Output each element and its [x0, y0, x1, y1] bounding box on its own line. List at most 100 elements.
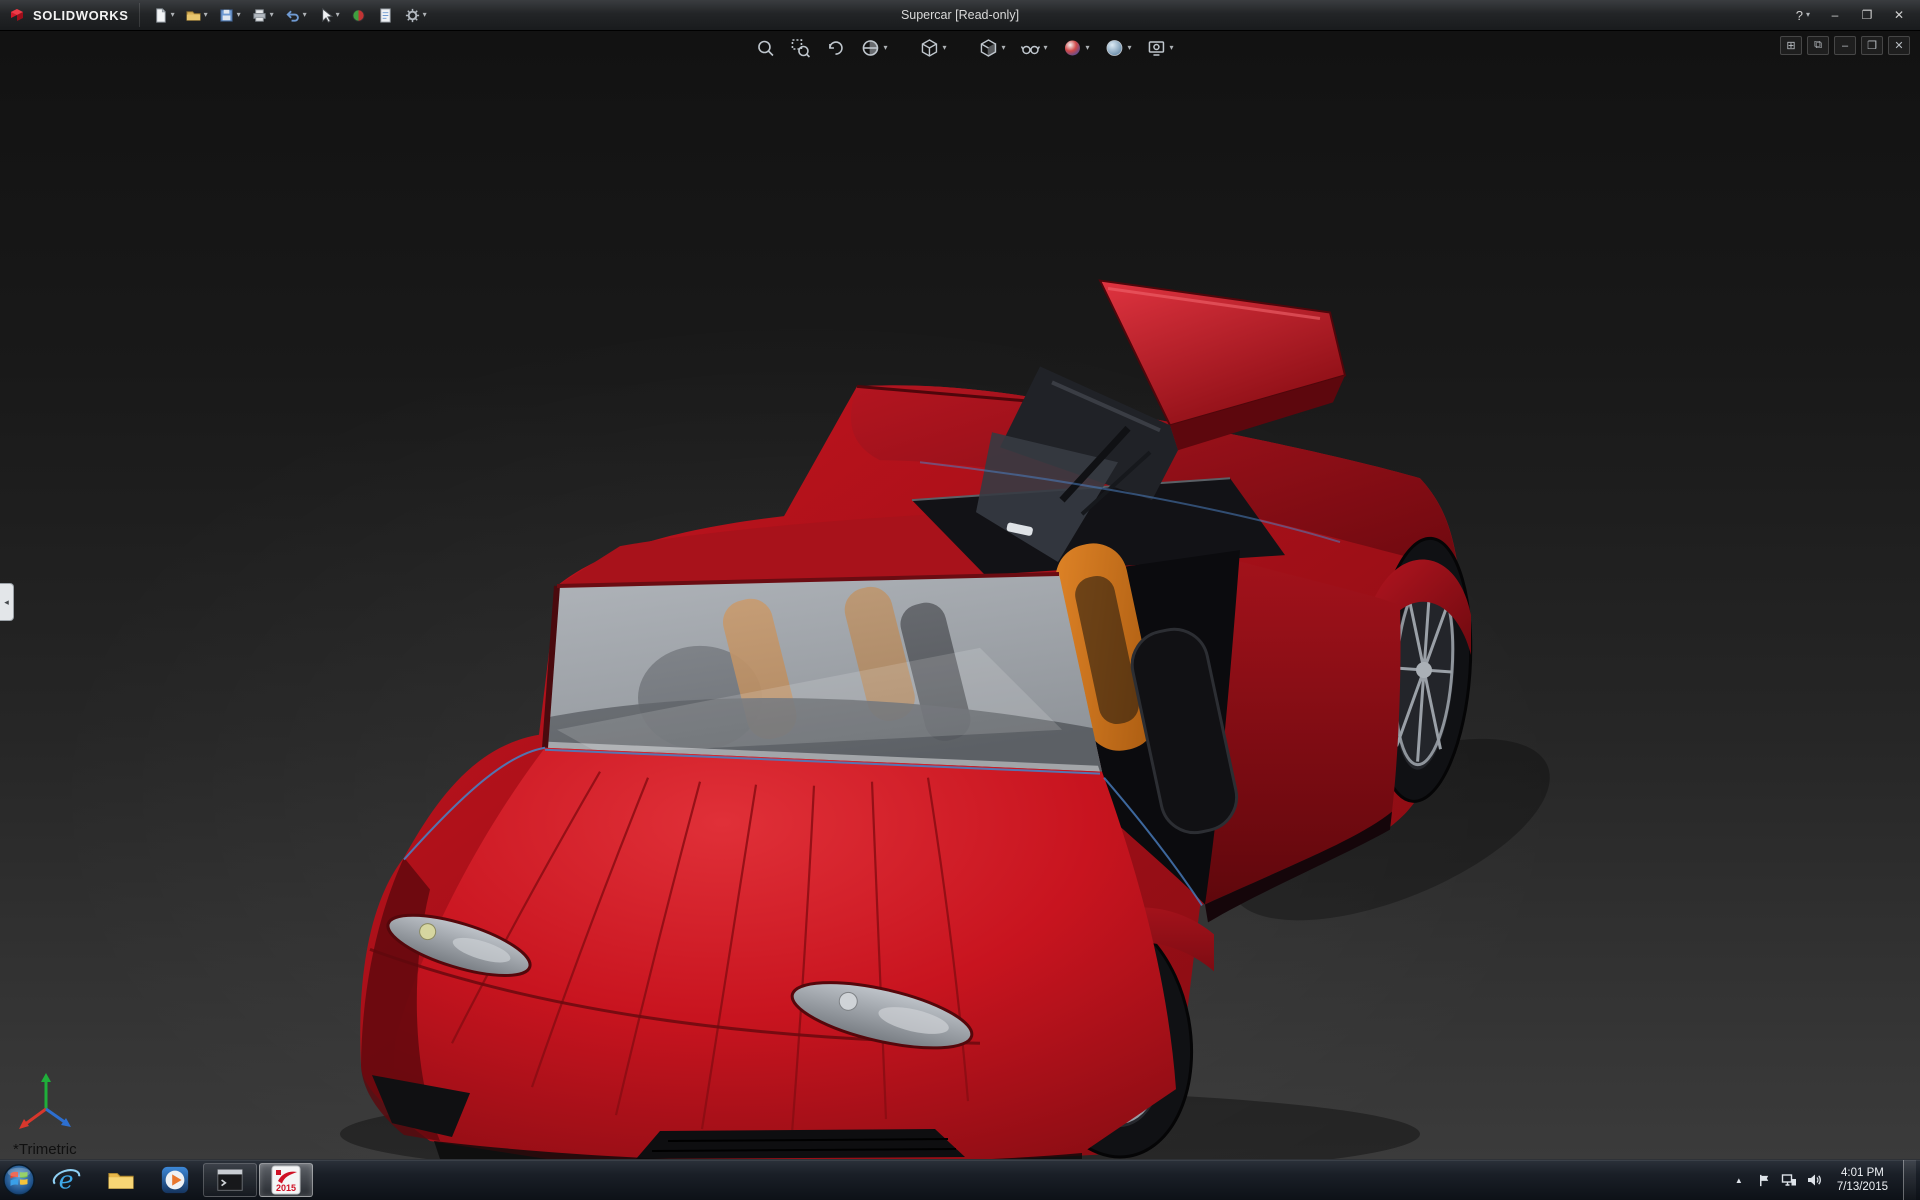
- start-button[interactable]: [0, 1160, 38, 1200]
- view-orientation-button[interactable]: ▾: [916, 36, 949, 60]
- options-gear-icon: [405, 8, 419, 22]
- save-button[interactable]: ▾: [214, 3, 245, 27]
- maximize-button[interactable]: ❐: [1852, 4, 1882, 26]
- previous-view-icon: [829, 41, 843, 55]
- view-orientation-label: *Trimetric: [13, 1141, 77, 1158]
- doc-close-button[interactable]: ✕: [1888, 36, 1910, 55]
- doc-cascade-button[interactable]: ⧉: [1807, 36, 1829, 55]
- app-logo: SOLIDWORKS: [0, 5, 139, 25]
- view-orientation-cube-icon: [921, 39, 938, 57]
- zoom-to-fit-icon: [758, 40, 774, 57]
- file-properties-icon: [379, 7, 391, 23]
- taskbar-clock[interactable]: 4:01 PM 7/13/2015: [1831, 1166, 1894, 1194]
- document-window-controls: ⊞ ⧉ – ❐ ✕: [1780, 36, 1910, 55]
- taskbar-solidworks-2015[interactable]: 2015: [259, 1163, 313, 1197]
- caret-icon: ▾: [1043, 43, 1048, 52]
- tray-expand-button[interactable]: ▲: [1730, 1173, 1748, 1188]
- open-document-button[interactable]: ▾: [181, 3, 212, 27]
- doc-minimize-button[interactable]: –: [1834, 36, 1856, 55]
- media-player-icon: [161, 1166, 189, 1194]
- caret-icon: ▾: [203, 10, 208, 19]
- caret-icon: ▾: [1001, 43, 1006, 52]
- network-status-button[interactable]: [1781, 1172, 1797, 1188]
- eyeglasses-icon: [1020, 45, 1041, 55]
- caret-icon: ▾: [422, 10, 427, 19]
- solidworks-logo-icon: [11, 9, 23, 21]
- print-icon: [252, 8, 266, 22]
- flag-icon: [1759, 1174, 1769, 1186]
- supercar-model[interactable]: [0, 31, 1920, 1159]
- apply-scene-button[interactable]: ▾: [1102, 36, 1135, 60]
- network-icon: [1781, 1174, 1796, 1186]
- help-icon: ?: [1795, 7, 1803, 23]
- zoom-to-area-icon: [791, 39, 811, 58]
- windshield: [545, 574, 1102, 772]
- caret-icon: ▾: [1169, 43, 1174, 52]
- select-tool-button[interactable]: ▾: [313, 3, 344, 27]
- doc-tile-button[interactable]: ⊞: [1780, 36, 1802, 55]
- close-button[interactable]: ✕: [1884, 4, 1914, 26]
- caret-icon: ▾: [335, 10, 340, 19]
- window-controls: ? ▾ – ❐ ✕: [1788, 4, 1920, 26]
- minimize-button[interactable]: –: [1820, 4, 1850, 26]
- taskbar-file-explorer[interactable]: [95, 1160, 147, 1200]
- app-name: SOLIDWORKS: [33, 7, 129, 23]
- clock-date: 7/13/2015: [1836, 1181, 1888, 1193]
- new-document-icon: [155, 7, 166, 23]
- doc-restore-button[interactable]: ❐: [1861, 36, 1883, 55]
- taskbar-command-window[interactable]: [203, 1163, 257, 1197]
- view-settings-button[interactable]: ▾: [1144, 36, 1177, 60]
- help-button[interactable]: ? ▾: [1788, 8, 1818, 23]
- windows-start-icon: [3, 1164, 35, 1196]
- display-style-button[interactable]: ▾: [975, 36, 1008, 60]
- taskbar-apps: e 2015: [40, 1160, 314, 1200]
- titlebar-toolbar: ▾ ▾ ▾ ▾ ▾ ▾ ▾: [138, 3, 431, 27]
- front-grille: [636, 1129, 965, 1159]
- appearance-ball-icon: [1065, 40, 1081, 56]
- options-button[interactable]: ▾: [400, 3, 431, 27]
- internet-explorer-icon: e: [52, 1165, 81, 1194]
- select-cursor-icon: [321, 7, 333, 23]
- print-button[interactable]: ▾: [247, 3, 278, 27]
- clock-time: 4:01 PM: [1841, 1167, 1884, 1179]
- save-icon: [219, 8, 233, 22]
- caret-icon: ▾: [302, 10, 307, 19]
- rebuild-icon: [352, 8, 365, 22]
- caret-icon: ▾: [942, 43, 947, 52]
- folder-icon: [108, 1172, 134, 1189]
- heads-up-view-toolbar: ▾ ▾ ▾ ▾ ▾ ▾ ▾: [743, 36, 1176, 60]
- view-settings-icon: [1148, 41, 1165, 56]
- volume-button[interactable]: [1806, 1172, 1822, 1188]
- zoom-to-fit-button[interactable]: [752, 36, 778, 60]
- hide-show-items-button[interactable]: ▾: [1017, 36, 1050, 60]
- section-view-button[interactable]: ▾: [857, 36, 890, 60]
- 3d-viewport[interactable]: ▾ ▾ ▾ ▾ ▾ ▾ ▾ ⊞ ⧉ – ❐ ✕ ◂ *Trimetric: [0, 31, 1920, 1159]
- solidworks-window: SOLIDWORKS ▾ ▾ ▾ ▾ ▾ ▾ ▾ Supercar [Read-…: [0, 0, 1920, 1200]
- taskbar-media-player[interactable]: [149, 1160, 201, 1200]
- file-properties-button[interactable]: [373, 3, 398, 27]
- undo-icon: [286, 10, 299, 22]
- show-desktop-button[interactable]: [1903, 1160, 1916, 1200]
- system-tray: ▲ 4:01 PM 7/13/2015: [1730, 1160, 1920, 1200]
- sw-year-label: 2015: [276, 1183, 296, 1193]
- speaker-icon: [1807, 1174, 1821, 1186]
- maximize-icon: ❐: [1861, 8, 1873, 22]
- cascade-icon: ⧉: [1814, 39, 1822, 51]
- scene-ball-icon: [1106, 40, 1123, 56]
- action-center-button[interactable]: [1757, 1173, 1772, 1188]
- edit-appearance-button[interactable]: ▾: [1060, 36, 1093, 60]
- feature-manager-collapse-tab[interactable]: ◂: [0, 583, 14, 621]
- solidworks-2015-icon: 2015: [271, 1165, 301, 1195]
- doc-restore-icon: ❐: [1867, 40, 1877, 52]
- doc-close-icon: ✕: [1894, 40, 1904, 52]
- zoom-to-area-button[interactable]: [787, 36, 813, 60]
- taskbar-internet-explorer[interactable]: e: [41, 1160, 93, 1200]
- caret-icon: ▾: [1127, 43, 1132, 52]
- windows-taskbar: e 2015 ▲ 4:01 PM 7/13/2015: [0, 1159, 1920, 1200]
- undo-button[interactable]: ▾: [280, 3, 311, 27]
- previous-view-button[interactable]: [822, 36, 848, 60]
- orientation-triad: [19, 1073, 71, 1129]
- rebuild-button[interactable]: [346, 3, 371, 27]
- caret-icon: ▾: [883, 43, 888, 52]
- new-document-button[interactable]: ▾: [148, 3, 179, 27]
